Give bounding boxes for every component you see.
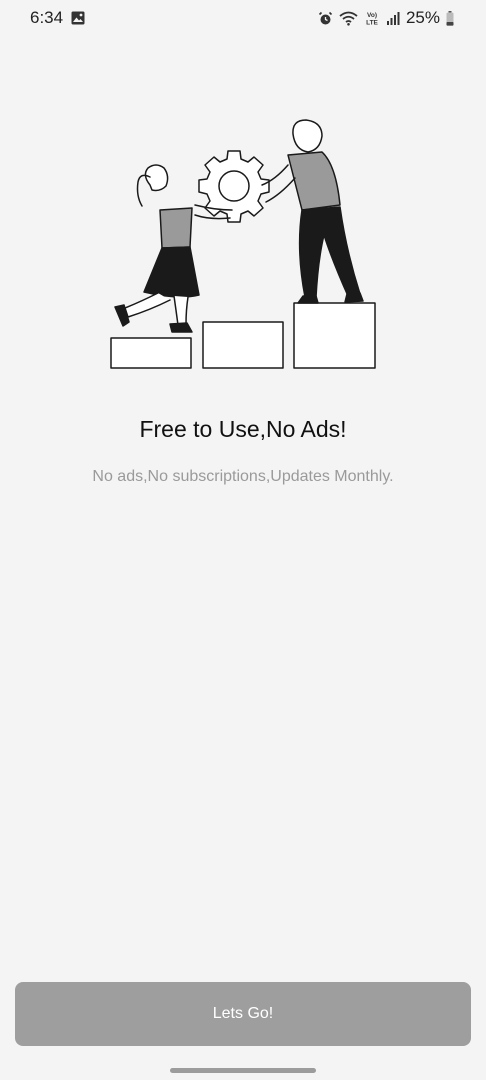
clock: 6:34 (30, 8, 64, 27)
lets-go-button[interactable]: Lets Go! (15, 982, 471, 1046)
svg-text:LTE: LTE (366, 20, 378, 27)
onboarding-illustration (100, 110, 390, 380)
status-bar: 6:34 Vo) LTE 25% (0, 0, 486, 36)
image-icon (71, 11, 85, 25)
gear-icon (198, 150, 270, 223)
home-indicator[interactable] (170, 1068, 316, 1073)
battery-icon (446, 10, 454, 26)
status-left: 6:34 (30, 8, 85, 28)
man-figure (261, 119, 364, 304)
battery-percent: 25% (405, 8, 440, 27)
onboarding-subtitle: No ads,No subscriptions,Updates Monthly. (92, 468, 394, 485)
signal-icon (386, 11, 400, 25)
wifi-icon (339, 11, 358, 26)
svg-text:Vo): Vo) (367, 12, 377, 19)
onboarding-title: Free to Use,No Ads! (139, 416, 347, 442)
volte-icon: Vo) LTE (364, 10, 380, 26)
status-right: Vo) LTE 25% (318, 8, 454, 28)
alarm-icon (318, 11, 333, 26)
